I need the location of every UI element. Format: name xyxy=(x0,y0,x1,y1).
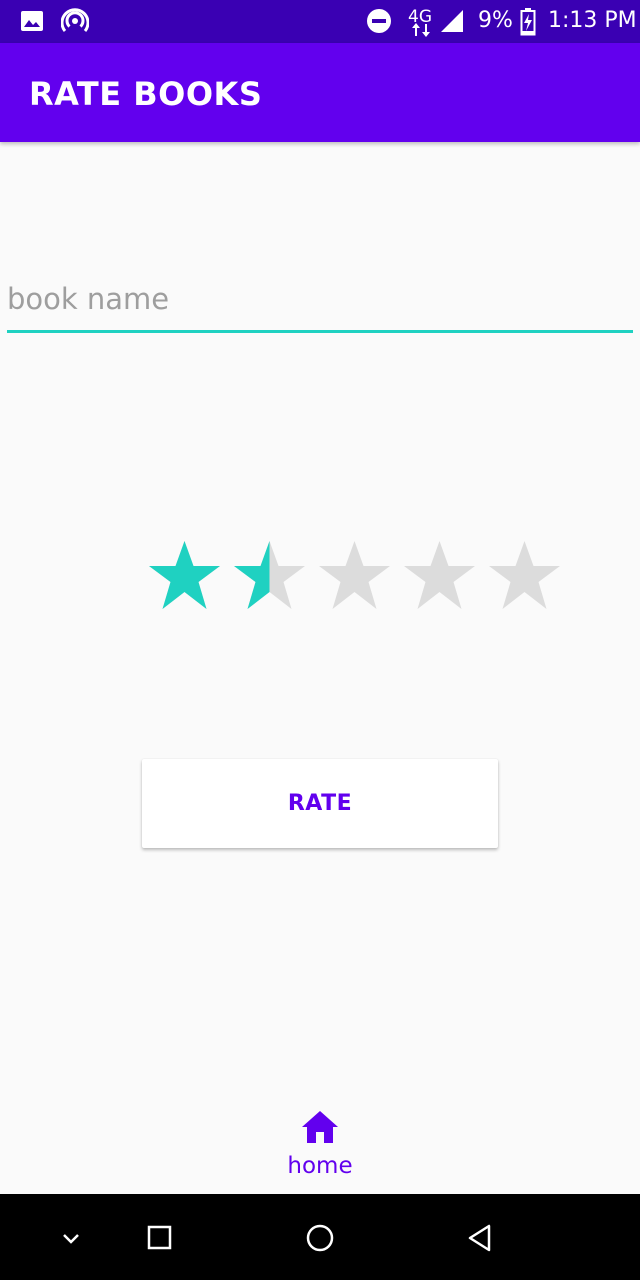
rating-bar[interactable] xyxy=(148,540,563,612)
rate-button[interactable]: RATE xyxy=(142,759,498,848)
rating-star[interactable] xyxy=(488,540,561,610)
rating-star[interactable] xyxy=(233,540,306,610)
home-circle-icon[interactable] xyxy=(298,1216,342,1260)
book-name-input[interactable] xyxy=(7,268,633,333)
rating-star[interactable] xyxy=(403,540,476,610)
status-time: 1:13 PM xyxy=(548,8,637,33)
rating-star[interactable] xyxy=(318,540,391,610)
signal-icon xyxy=(440,9,464,37)
rating-star[interactable] xyxy=(148,540,221,610)
hotspot-icon xyxy=(60,8,90,38)
back-icon[interactable] xyxy=(458,1216,502,1260)
nav-item-label: home xyxy=(287,1153,353,1179)
battery-charging-icon xyxy=(520,8,536,40)
home-icon xyxy=(301,1110,339,1144)
data-arrows-icon xyxy=(412,22,430,41)
status-bar: 4G 9% 1:13 PM xyxy=(0,0,640,43)
do-not-disturb-icon xyxy=(366,8,392,38)
page-title: RATE BOOKS xyxy=(29,75,263,113)
recents-icon[interactable] xyxy=(138,1216,182,1260)
system-navigation-bar xyxy=(0,1194,640,1280)
app-bar: RATE BOOKS xyxy=(0,43,640,142)
battery-percentage: 9% xyxy=(478,8,513,33)
chevron-down-icon[interactable] xyxy=(49,1216,93,1260)
bottom-navigation: home xyxy=(0,1090,640,1194)
image-icon xyxy=(20,10,44,36)
nav-item-home[interactable]: home xyxy=(270,1108,370,1184)
